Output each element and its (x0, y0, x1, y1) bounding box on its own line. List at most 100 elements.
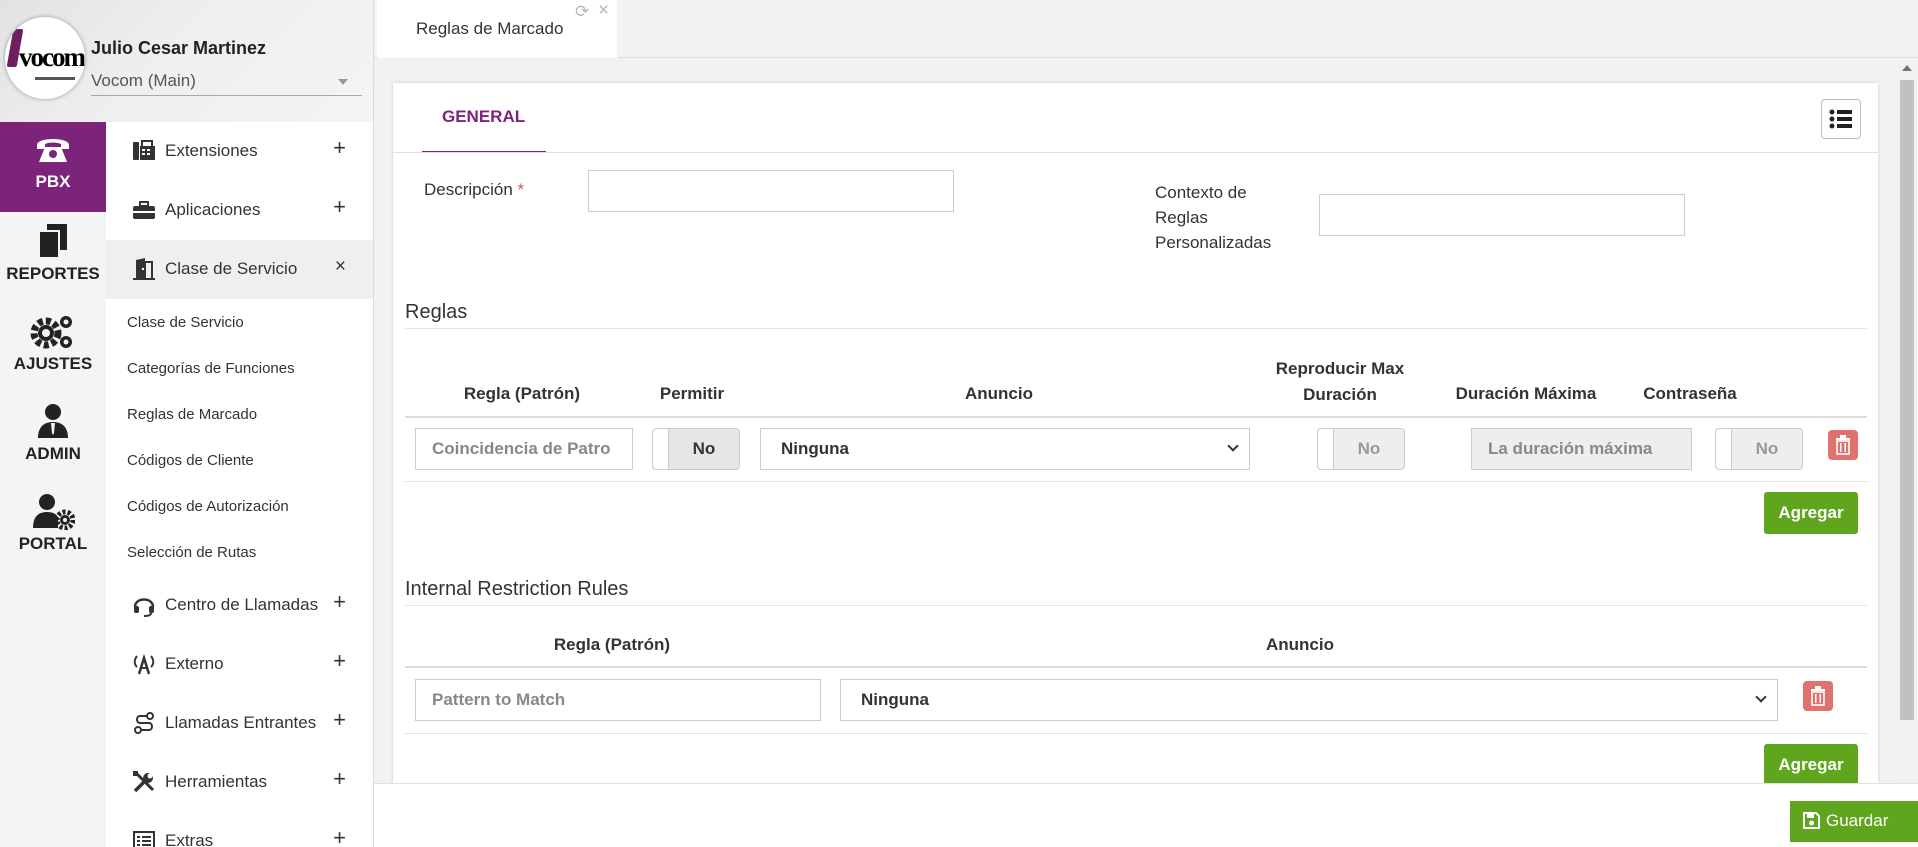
expand-icon[interactable]: + (333, 707, 346, 733)
table-header-divider (405, 666, 1867, 668)
header-anuncio: Anuncio (965, 384, 1033, 403)
left-panel: vocom Julio Cesar Martinez Vocom (Main) … (0, 0, 374, 847)
header-duracion: Duración Máxima (1455, 384, 1597, 403)
gears-icon (30, 316, 72, 349)
expand-icon[interactable]: + (333, 589, 346, 615)
anuncio-select[interactable]: Ninguna (760, 428, 1250, 470)
main-nav: PBX REPORTES AJUSTES ADMIN PORTAL (0, 122, 106, 847)
expand-icon[interactable]: + (333, 766, 346, 792)
header-contrasena: Contraseña (1643, 384, 1737, 403)
menu-label: Llamadas Entrantes (165, 713, 317, 732)
menu-label: Externo (165, 654, 224, 673)
agregar-regla-button[interactable]: Agregar (1764, 492, 1858, 534)
route-icon (134, 712, 154, 734)
submenu-seleccion-de-rutas[interactable]: Selección de Rutas (127, 544, 256, 561)
menu-externo[interactable]: Externo + (106, 635, 373, 694)
header-regla-internal: Regla (Patrón) (553, 635, 671, 654)
reglas-title: Reglas (405, 301, 468, 323)
submenu-clase-de-servicio[interactable]: Clase de Servicio (127, 314, 244, 331)
internal-anuncio-select[interactable]: Ninguna (840, 679, 1778, 721)
scrollbar[interactable] (1896, 58, 1918, 783)
user-name: Julio Cesar Martinez (91, 38, 267, 58)
section-divider (405, 328, 1867, 329)
main-nav-admin[interactable]: ADMIN (0, 392, 106, 482)
phone-icon (37, 139, 69, 162)
menu-label: Herramientas (165, 772, 268, 791)
expand-icon[interactable]: + (333, 135, 346, 161)
list-icon (133, 831, 155, 847)
duracion-input[interactable]: La duración máxima (1471, 428, 1692, 470)
list-icon (1829, 109, 1852, 129)
expand-icon[interactable]: + (333, 825, 346, 847)
sub-menu: Extensiones + Aplicaciones + Clase de Se… (106, 122, 373, 847)
fax-phone-icon (133, 140, 155, 160)
section-divider (405, 605, 1867, 606)
submenu-codigos-de-cliente[interactable]: Códigos de Cliente (127, 452, 254, 469)
menu-aplicaciones[interactable]: Aplicaciones + (106, 181, 373, 240)
permitir-toggle[interactable]: No (652, 428, 740, 470)
row-divider (405, 733, 1867, 734)
submenu-codigos-de-autorizacion[interactable]: Códigos de Autorización (127, 498, 289, 515)
main-nav-pbx[interactable]: PBX (0, 122, 106, 212)
menu-llamadas-entrantes[interactable]: Llamadas Entrantes + (106, 694, 373, 753)
user-box: vocom Julio Cesar Martinez Vocom (Main) (0, 0, 373, 122)
contrasena-toggle[interactable]: No (1715, 428, 1803, 470)
internal-pattern-input[interactable]: Pattern to Match (415, 679, 821, 721)
main-nav-portal[interactable]: PORTAL (0, 482, 106, 572)
submenu-reglas-de-marcado[interactable]: Reglas de Marcado (127, 406, 257, 423)
agregar-internal-button[interactable]: Agregar (1764, 744, 1858, 783)
caret-down-icon (338, 79, 348, 85)
reproducir-toggle[interactable]: No (1317, 428, 1405, 470)
menu-label: Centro de Llamadas (165, 595, 319, 614)
user-gear-icon (33, 494, 75, 530)
menu-label: Aplicaciones (165, 200, 261, 219)
expand-icon[interactable]: + (333, 648, 346, 674)
headset-icon (133, 598, 155, 617)
menu-centro-de-llamadas[interactable]: Centro de Llamadas + (106, 576, 373, 635)
company-logo: vocom (5, 17, 85, 99)
toolbox-icon (133, 201, 155, 219)
tab-title: Reglas de Marcado (416, 19, 564, 38)
delete-internal-row-button[interactable] (1803, 681, 1833, 711)
contexto-input[interactable] (1319, 194, 1685, 236)
domain-select[interactable]: Vocom (Main) (91, 66, 362, 96)
main-nav-reportes[interactable]: REPORTES (0, 212, 106, 302)
refresh-icon[interactable]: ⟳ (575, 2, 589, 22)
scrollbar-thumb[interactable] (1900, 80, 1914, 720)
tab-general[interactable]: GENERAL (442, 107, 525, 127)
tab-reglas-de-marcado[interactable]: Reglas de Marcado ⟳ × (377, 0, 617, 58)
contexto-label: Contexto de Reglas Personalizadas (1155, 183, 1272, 252)
trash-icon (1811, 686, 1825, 706)
menu-extensiones[interactable]: Extensiones + (106, 122, 373, 181)
save-button[interactable]: Guardar (1790, 801, 1918, 842)
header-anuncio-internal: Anuncio (1266, 635, 1334, 654)
descripcion-input[interactable] (588, 170, 954, 212)
expand-icon[interactable]: + (333, 194, 346, 220)
menu-extras[interactable]: Extras + (106, 812, 373, 847)
tab-strip: Reglas de Marcado ⟳ × (374, 0, 1918, 58)
antenna-icon (133, 653, 155, 675)
pattern-input[interactable]: Coincidencia de Patro (415, 428, 633, 470)
chevron-down-icon (1755, 691, 1767, 703)
descripcion-label: Descripción * (424, 180, 525, 199)
door-icon (133, 258, 155, 280)
menu-clase-de-servicio[interactable]: Clase de Servicio × (106, 240, 373, 299)
close-icon[interactable]: × (598, 0, 609, 22)
footer-bar: Guardar (374, 783, 1918, 847)
main-nav-ajustes[interactable]: AJUSTES (0, 302, 106, 392)
header-permitir: Permitir (659, 384, 725, 403)
list-view-button[interactable] (1821, 99, 1861, 139)
menu-label: Extras (165, 831, 214, 847)
internal-rules-title: Internal Restriction Rules (405, 578, 629, 600)
documents-icon (38, 224, 67, 259)
table-header-divider (405, 416, 1867, 418)
scroll-up-icon[interactable] (1902, 65, 1912, 71)
header-regla: Regla (Patrón) (463, 384, 581, 403)
delete-row-button[interactable] (1828, 430, 1858, 460)
header-reproducir: Reproducir Max Duración (1275, 359, 1405, 404)
collapse-icon[interactable]: × (335, 256, 346, 278)
row-divider (405, 481, 1867, 482)
tools-icon (133, 771, 155, 793)
submenu-categorias-de-funciones[interactable]: Categorías de Funciones (127, 360, 295, 377)
menu-herramientas[interactable]: Herramientas + (106, 753, 373, 812)
